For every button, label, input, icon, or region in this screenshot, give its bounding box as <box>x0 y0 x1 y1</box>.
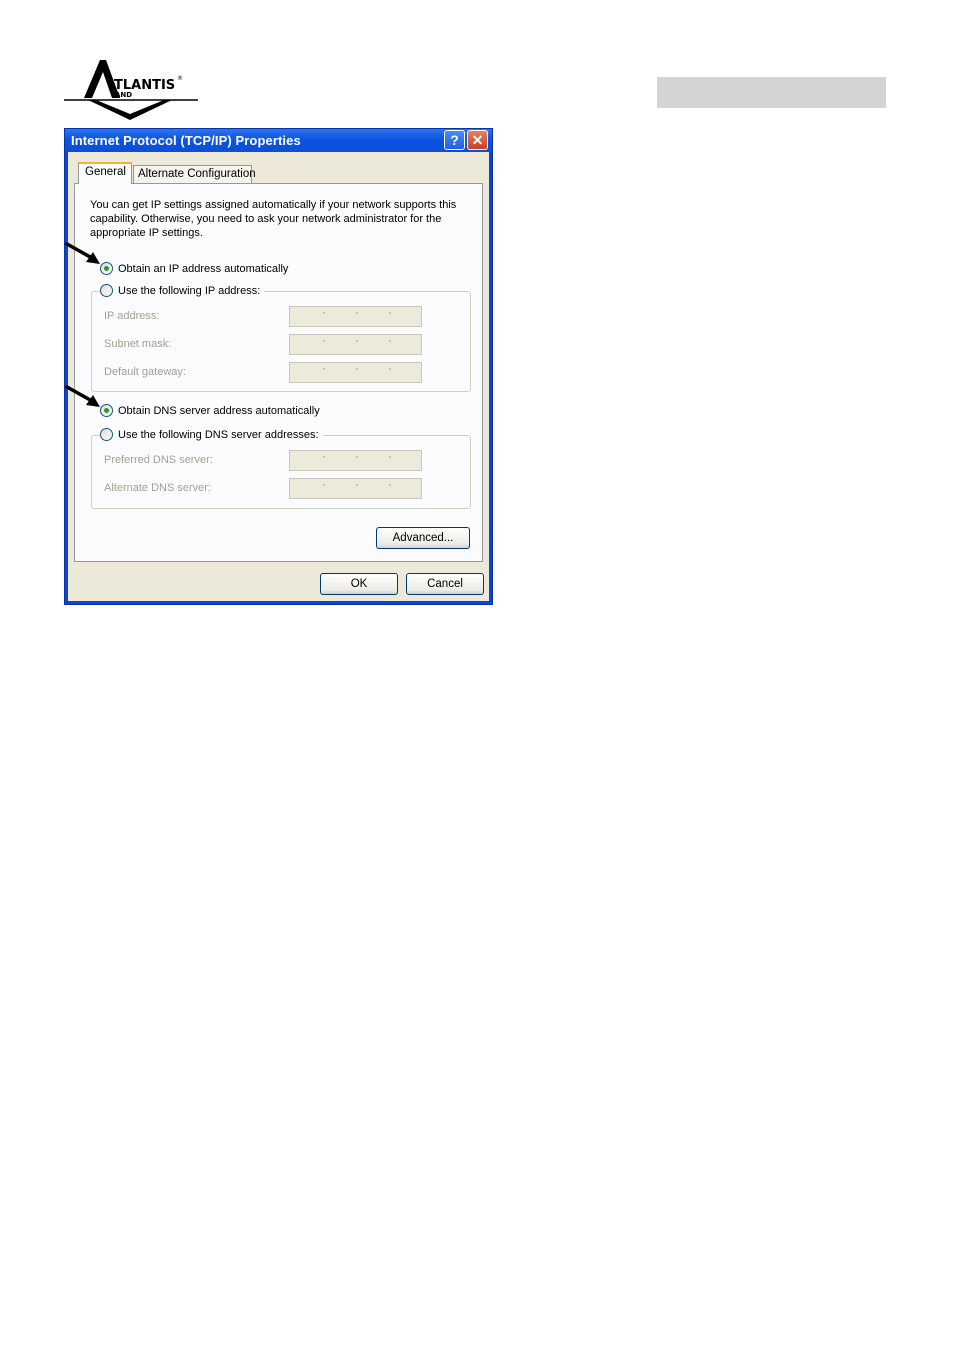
preferred-dns-label: Preferred DNS server: <box>104 454 213 466</box>
advanced-button[interactable]: Advanced... <box>376 527 470 549</box>
tcpip-properties-dialog: Internet Protocol (TCP/IP) Properties ? … <box>64 128 493 605</box>
obtain-dns-auto-option[interactable]: Obtain DNS server address automatically <box>100 404 324 417</box>
obtain-ip-auto-radio[interactable] <box>100 262 113 275</box>
subnet-mask-input[interactable] <box>289 334 422 355</box>
ip-address-label: IP address: <box>104 310 160 322</box>
intro-text: You can get IP settings assigned automat… <box>90 199 457 239</box>
ip-address-input[interactable] <box>289 306 422 327</box>
help-button[interactable]: ? <box>444 130 465 150</box>
dialog-body: General Alternate Configuration You can … <box>68 152 489 601</box>
atlantis-logo: TLANTIS AND ® <box>60 56 202 122</box>
default-gateway-label: Default gateway: <box>104 366 186 378</box>
tab-alternate-configuration[interactable]: Alternate Configuration <box>133 165 256 184</box>
obtain-ip-auto-label: Obtain an IP address automatically <box>118 262 289 275</box>
alternate-dns-input[interactable] <box>289 478 422 499</box>
dialog-title: Internet Protocol (TCP/IP) Properties <box>71 133 301 148</box>
use-following-ip-option[interactable]: Use the following IP address: <box>100 284 265 297</box>
svg-text:AND: AND <box>115 91 132 99</box>
help-icon: ? <box>450 132 459 148</box>
use-following-ip-radio[interactable] <box>100 284 113 297</box>
close-button[interactable]: ✕ <box>467 130 488 150</box>
use-following-dns-option[interactable]: Use the following DNS server addresses: <box>100 428 323 441</box>
header-bar <box>657 77 886 108</box>
use-following-dns-radio[interactable] <box>100 428 113 441</box>
use-following-dns-label: Use the following DNS server addresses: <box>118 428 319 441</box>
obtain-dns-auto-label: Obtain DNS server address automatically <box>118 404 320 417</box>
cancel-button[interactable]: Cancel <box>406 573 484 595</box>
svg-text:®: ® <box>177 75 183 82</box>
default-gateway-input[interactable] <box>289 362 422 383</box>
alternate-dns-label: Alternate DNS server: <box>104 482 211 494</box>
use-following-ip-label: Use the following IP address: <box>118 284 261 297</box>
title-bar[interactable]: Internet Protocol (TCP/IP) Properties ? … <box>65 129 492 152</box>
tab-general[interactable]: General <box>78 162 132 184</box>
ok-button[interactable]: OK <box>320 573 398 595</box>
close-icon: ✕ <box>471 132 484 148</box>
obtain-dns-auto-radio[interactable] <box>100 404 113 417</box>
preferred-dns-input[interactable] <box>289 450 422 471</box>
obtain-ip-auto-option[interactable]: Obtain an IP address automatically <box>100 262 293 275</box>
subnet-mask-label: Subnet mask: <box>104 338 172 350</box>
general-tab-panel: You can get IP settings assigned automat… <box>74 183 483 562</box>
